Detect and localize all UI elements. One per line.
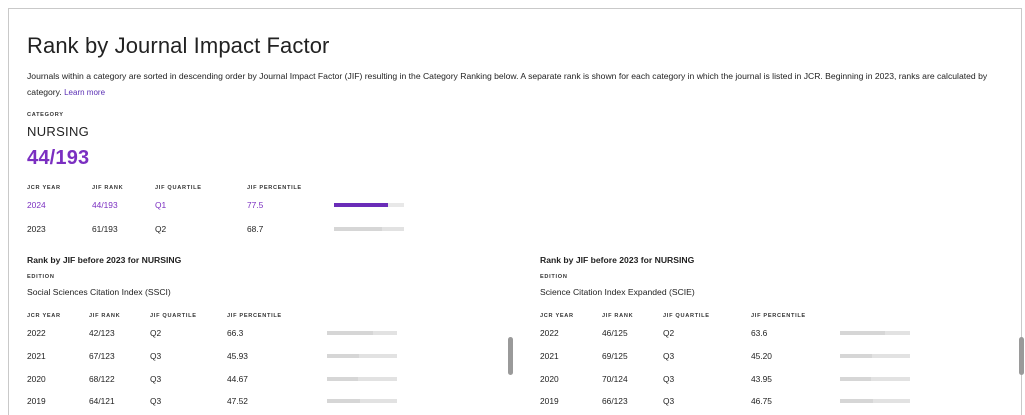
jif-quartile-cell: Q3	[150, 351, 162, 361]
category-label: CATEGORY	[27, 112, 64, 118]
jif-rank-cell: 68/122	[89, 374, 115, 384]
edition-label: EDITION	[27, 274, 55, 280]
section-title: Rank by Journal Impact Factor	[27, 33, 330, 58]
left-panel-scrollbar[interactable]	[508, 337, 513, 375]
jif-rank-cell: 64/121	[89, 396, 115, 406]
jif-quartile-cell: Q3	[150, 396, 162, 406]
jcr-year-cell: 2022	[540, 328, 559, 338]
jif-rank-cell: 69/125	[602, 351, 628, 361]
jcr-year-cell: 2022	[27, 328, 46, 338]
jif-rank-cell: 61/193	[92, 224, 118, 234]
jcr-year-cell: 2023	[27, 224, 46, 234]
percentile-bar	[334, 227, 404, 231]
percentile-bar	[327, 377, 397, 381]
jif-percentile-cell: 66.3	[227, 328, 244, 338]
jcr-year-cell: 2021	[27, 351, 46, 361]
jif-rank-cell: 42/123	[89, 328, 115, 338]
jif-quartile-cell: Q3	[663, 374, 675, 384]
percentile-bar	[840, 331, 910, 335]
percentile-bar	[327, 354, 397, 358]
col-header-jif-percentile: JIF PERCENTILE	[751, 313, 806, 319]
jif-percentile-cell: 47.52	[227, 396, 248, 406]
col-header-jif-quartile: JIF QUARTILE	[663, 313, 710, 319]
edition-label: EDITION	[540, 274, 568, 280]
percentile-bar-fill	[327, 377, 359, 381]
jif-percentile-cell: 43.95	[751, 374, 772, 384]
jif-percentile-cell: 63.6	[751, 328, 768, 338]
percentile-bar-fill	[327, 331, 374, 335]
section-description: Journals within a category are sorted in…	[27, 68, 1002, 101]
percentile-bar-fill	[840, 399, 873, 403]
jif-quartile-cell: Q3	[150, 374, 162, 384]
col-header-jcr-year: JCR YEAR	[27, 313, 61, 319]
percentile-bar	[840, 377, 910, 381]
category-name: NURSING	[27, 124, 90, 139]
jif-quartile-cell: Q3	[663, 351, 675, 361]
jif-percentile-cell: 44.67	[227, 374, 248, 384]
jif-percentile-cell: 45.93	[227, 351, 248, 361]
jif-rank-cell: 67/123	[89, 351, 115, 361]
col-header-jcr-year: JCR YEAR	[27, 185, 61, 191]
jcr-year-cell: 2021	[540, 351, 559, 361]
percentile-bar	[327, 399, 397, 403]
jif-quartile-cell: Q2	[663, 328, 675, 338]
jif-rank-cell: 70/124	[602, 374, 628, 384]
jif-quartile-cell: Q2	[155, 224, 167, 234]
percentile-bar-fill	[840, 377, 871, 381]
edition-name: Social Sciences Citation Index (SSCI)	[27, 287, 171, 297]
percentile-bar	[327, 331, 397, 335]
current-rank: 44/193	[27, 147, 90, 169]
percentile-bar-fill	[840, 354, 872, 358]
percentile-bar	[840, 354, 910, 358]
panel-title: Rank by JIF before 2023 for NURSING	[27, 255, 182, 265]
jif-quartile-cell: Q2	[150, 328, 162, 338]
jif-percentile-cell: 68.7	[247, 224, 264, 234]
jif-rank-cell: 44/193	[92, 200, 118, 210]
percentile-bar-fill	[327, 399, 361, 403]
jcr-year-cell: 2019	[27, 396, 46, 406]
col-header-jif-quartile: JIF QUARTILE	[155, 185, 202, 191]
panel-title: Rank by JIF before 2023 for NURSING	[540, 255, 695, 265]
jif-percentile-cell: 45.20	[751, 351, 772, 361]
col-header-jif-percentile: JIF PERCENTILE	[247, 185, 302, 191]
percentile-bar-fill	[327, 354, 360, 358]
right-panel-scrollbar[interactable]	[1019, 337, 1024, 375]
col-header-jif-rank: JIF RANK	[89, 313, 121, 319]
jcr-year-cell: 2020	[540, 374, 559, 384]
col-header-jif-rank: JIF RANK	[602, 313, 634, 319]
description-text: Journals within a category are sorted in…	[27, 71, 988, 97]
percentile-bar	[334, 203, 404, 207]
percentile-bar-fill	[334, 203, 389, 207]
percentile-bar-fill	[334, 227, 383, 231]
jif-percentile-cell: 77.5	[247, 200, 264, 210]
jcr-year-cell: 2024	[27, 200, 46, 210]
learn-more-link[interactable]: Learn more	[64, 88, 105, 97]
col-header-jcr-year: JCR YEAR	[540, 313, 574, 319]
col-header-jif-quartile: JIF QUARTILE	[150, 313, 197, 319]
jcr-year-cell: 2020	[27, 374, 46, 384]
percentile-bar-fill	[840, 331, 885, 335]
edition-name: Science Citation Index Expanded (SCIE)	[540, 287, 695, 297]
jif-rank-cell: 66/123	[602, 396, 628, 406]
jif-percentile-cell: 46.75	[751, 396, 772, 406]
percentile-bar	[840, 399, 910, 403]
jif-quartile-cell: Q1	[155, 200, 167, 210]
jcr-year-cell: 2019	[540, 396, 559, 406]
jif-quartile-cell: Q3	[663, 396, 675, 406]
col-header-jif-rank: JIF RANK	[92, 185, 124, 191]
jif-rank-cell: 46/125	[602, 328, 628, 338]
col-header-jif-percentile: JIF PERCENTILE	[227, 313, 282, 319]
